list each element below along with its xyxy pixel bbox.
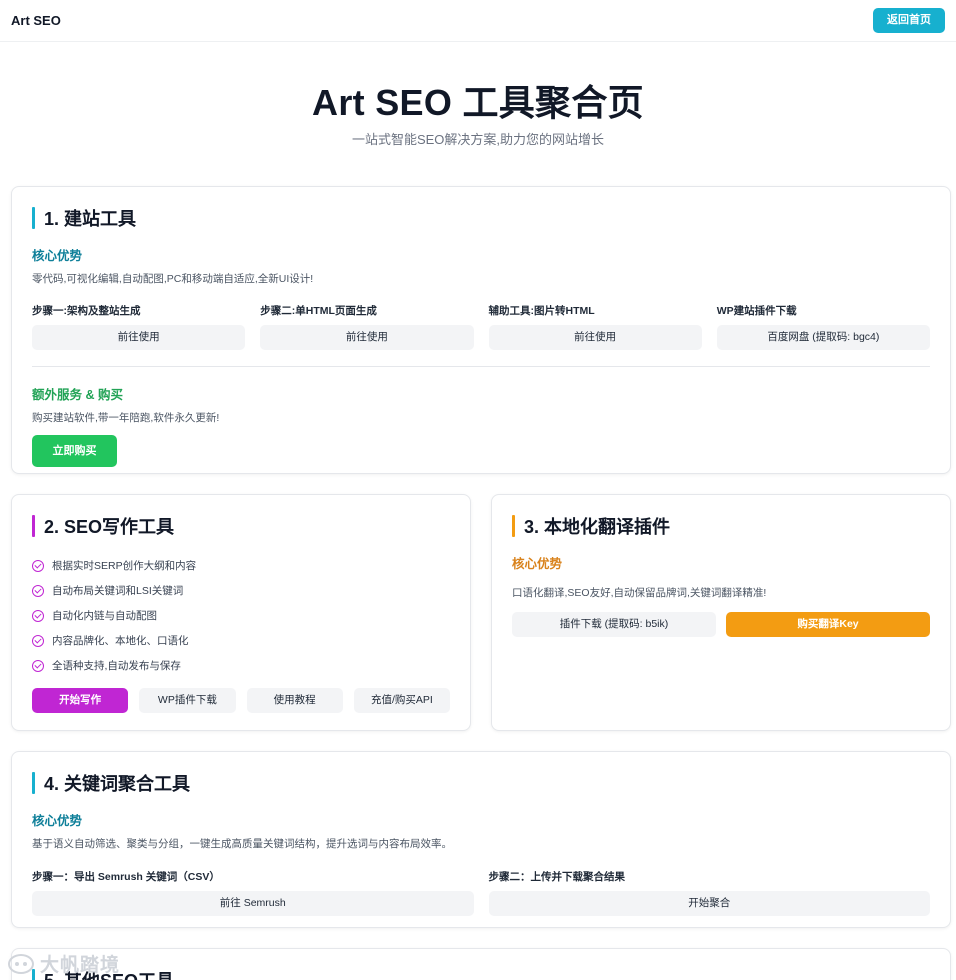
list-item: 自动布局关键词和LSI关键词 bbox=[32, 578, 450, 603]
feature-text: 自动布局关键词和LSI关键词 bbox=[52, 585, 184, 597]
top-navbar: Art SEO 返回首页 bbox=[0, 0, 956, 42]
step-label: WP建站插件下载 bbox=[716, 305, 797, 317]
title-accent-bar bbox=[32, 772, 35, 794]
tutorial-button[interactable]: 使用教程 bbox=[246, 688, 343, 713]
step-item: 步骤一:架构及整站生成 前往使用 bbox=[32, 303, 246, 350]
keyword-tools-steps: 步骤一：导出 Semrush 关键词（CSV） 前往 Semrush 步骤二：上… bbox=[32, 869, 930, 916]
page-subtitle: 一站式智能SEO解决方案,助力您的网站增长 bbox=[351, 132, 605, 147]
site-tools-steps: 步骤一:架构及整站生成 前往使用 步骤二:单HTML页面生成 前往使用 辅助工具… bbox=[32, 303, 930, 350]
hero: Art SEO 工具聚合页 一站式智能SEO解决方案,助力您的网站增长 bbox=[0, 81, 956, 148]
step-item: 步骤二：上传并下载聚合结果 开始聚合 bbox=[488, 869, 930, 916]
step-label: 步骤一:架构及整站生成 bbox=[32, 305, 141, 317]
watermark-text: 大帆踏境 bbox=[40, 955, 121, 976]
core-advantage-text: 口语化翻译,SEO友好,自动保留品牌词,关键词翻译精准! bbox=[512, 587, 767, 599]
start-aggregation-button[interactable]: 开始聚合 bbox=[488, 891, 930, 916]
plugin-download-button[interactable]: 插件下载 (提取码: b5ik) bbox=[512, 612, 716, 637]
start-writing-button[interactable]: 开始写作 bbox=[32, 688, 129, 713]
divider bbox=[32, 366, 930, 367]
feature-text: 内容品牌化、本地化、口语化 bbox=[52, 635, 189, 647]
list-item: 根据实时SERP创作大纲和内容 bbox=[32, 553, 450, 578]
page-title: Art SEO 工具聚合页 bbox=[312, 82, 644, 123]
site-tools-card: 1. 建站工具 核心优势 零代码,可视化编辑,自动配图,PC和移动端自适应,全新… bbox=[11, 186, 951, 474]
home-button[interactable]: 返回首页 bbox=[873, 8, 945, 33]
keyword-tools-title: 4. 关键词聚合工具 bbox=[32, 772, 930, 794]
feature-text: 根据实时SERP创作大纲和内容 bbox=[52, 560, 197, 572]
check-circle-icon bbox=[32, 559, 44, 572]
title-accent-bar bbox=[32, 207, 35, 229]
check-circle-icon bbox=[32, 609, 44, 622]
brand-logo[interactable]: Art SEO bbox=[11, 13, 61, 28]
other-tools-title: 5. 其他SEO工具 bbox=[32, 969, 930, 980]
go-semrush-button[interactable]: 前往 Semrush bbox=[32, 891, 474, 916]
translation-card: 3. 本地化翻译插件 核心优势 口语化翻译,SEO友好,自动保留品牌词,关键词翻… bbox=[491, 494, 951, 731]
step-item: 步骤二:单HTML页面生成 前往使用 bbox=[260, 303, 474, 350]
extra-service-text: 购买建站软件,带一年陪跑,软件永久更新! bbox=[32, 412, 220, 424]
core-advantage-heading: 核心优势 bbox=[512, 557, 563, 571]
watermark-logo-icon bbox=[8, 953, 34, 974]
site-tools-title: 1. 建站工具 bbox=[32, 207, 930, 229]
list-item: 全语种支持,自动发布与保存 bbox=[32, 653, 450, 678]
step2-open-button[interactable]: 前往使用 bbox=[260, 325, 474, 350]
translation-title-text: 3. 本地化翻译插件 bbox=[524, 517, 671, 537]
feature-text: 全语种支持,自动发布与保存 bbox=[52, 660, 181, 672]
core-advantage-heading: 核心优势 bbox=[32, 249, 83, 263]
step-label: 步骤二:单HTML页面生成 bbox=[260, 305, 377, 317]
seo-writing-title: 2. SEO写作工具 bbox=[32, 515, 450, 537]
check-circle-icon bbox=[32, 584, 44, 597]
keyword-tools-card: 4. 关键词聚合工具 核心优势 基于语义自动筛选、聚类与分组，一键生成高质量关键… bbox=[11, 751, 951, 928]
check-circle-icon bbox=[32, 634, 44, 647]
buy-now-button[interactable]: 立即购买 bbox=[32, 435, 117, 467]
extra-service-heading: 额外服务 & 购买 bbox=[32, 388, 123, 402]
feature-text: 自动化内链与自动配图 bbox=[52, 610, 157, 622]
step-item: 辅助工具:图片转HTML 前往使用 bbox=[488, 303, 702, 350]
image-to-html-open-button[interactable]: 前往使用 bbox=[488, 325, 702, 350]
recharge-api-button[interactable]: 充值/购买API bbox=[353, 688, 450, 713]
check-circle-icon bbox=[32, 659, 44, 672]
other-tools-card: 5. 其他SEO工具 bbox=[11, 948, 951, 980]
translation-actions: 插件下载 (提取码: b5ik) 购买翻译Key bbox=[512, 612, 930, 637]
site-tools-title-text: 1. 建站工具 bbox=[44, 209, 137, 229]
step-item: 步骤一：导出 Semrush 关键词（CSV） 前往 Semrush bbox=[32, 869, 474, 916]
core-advantage-text: 零代码,可视化编辑,自动配图,PC和移动端自适应,全新UI设计! bbox=[32, 273, 314, 285]
title-accent-bar bbox=[32, 515, 35, 537]
step-label: 步骤一：导出 Semrush 关键词（CSV） bbox=[32, 871, 220, 883]
core-advantage-text: 基于语义自动筛选、聚类与分组，一键生成高质量关键词结构，提升选词与内容布局效率。 bbox=[32, 838, 452, 850]
watermark: 大帆踏境 bbox=[8, 950, 120, 977]
step-item: WP建站插件下载 百度网盘 (提取码: bgc4) bbox=[716, 303, 930, 350]
translation-title: 3. 本地化翻译插件 bbox=[512, 515, 930, 537]
keyword-tools-title-text: 4. 关键词聚合工具 bbox=[44, 774, 191, 794]
step-label: 步骤二：上传并下载聚合结果 bbox=[488, 871, 626, 883]
feature-list: 根据实时SERP创作大纲和内容 自动布局关键词和LSI关键词 自动化内链与自动配… bbox=[32, 553, 450, 678]
step-label: 辅助工具:图片转HTML bbox=[488, 305, 595, 317]
seo-writing-actions: 开始写作 WP插件下载 使用教程 充值/购买API bbox=[32, 688, 450, 713]
seo-writing-title-text: 2. SEO写作工具 bbox=[44, 517, 175, 537]
wp-plugin-download-button[interactable]: WP插件下载 bbox=[139, 688, 236, 713]
core-advantage-heading: 核心优势 bbox=[32, 814, 83, 828]
seo-writing-card: 2. SEO写作工具 根据实时SERP创作大纲和内容 自动布局关键词和LSI关键… bbox=[11, 494, 471, 731]
title-accent-bar bbox=[512, 515, 515, 537]
list-item: 内容品牌化、本地化、口语化 bbox=[32, 628, 450, 653]
step1-open-button[interactable]: 前往使用 bbox=[32, 325, 246, 350]
buy-translation-key-button[interactable]: 购买翻译Key bbox=[726, 612, 930, 637]
baidu-pan-download-button[interactable]: 百度网盘 (提取码: bgc4) bbox=[716, 325, 930, 350]
list-item: 自动化内链与自动配图 bbox=[32, 603, 450, 628]
